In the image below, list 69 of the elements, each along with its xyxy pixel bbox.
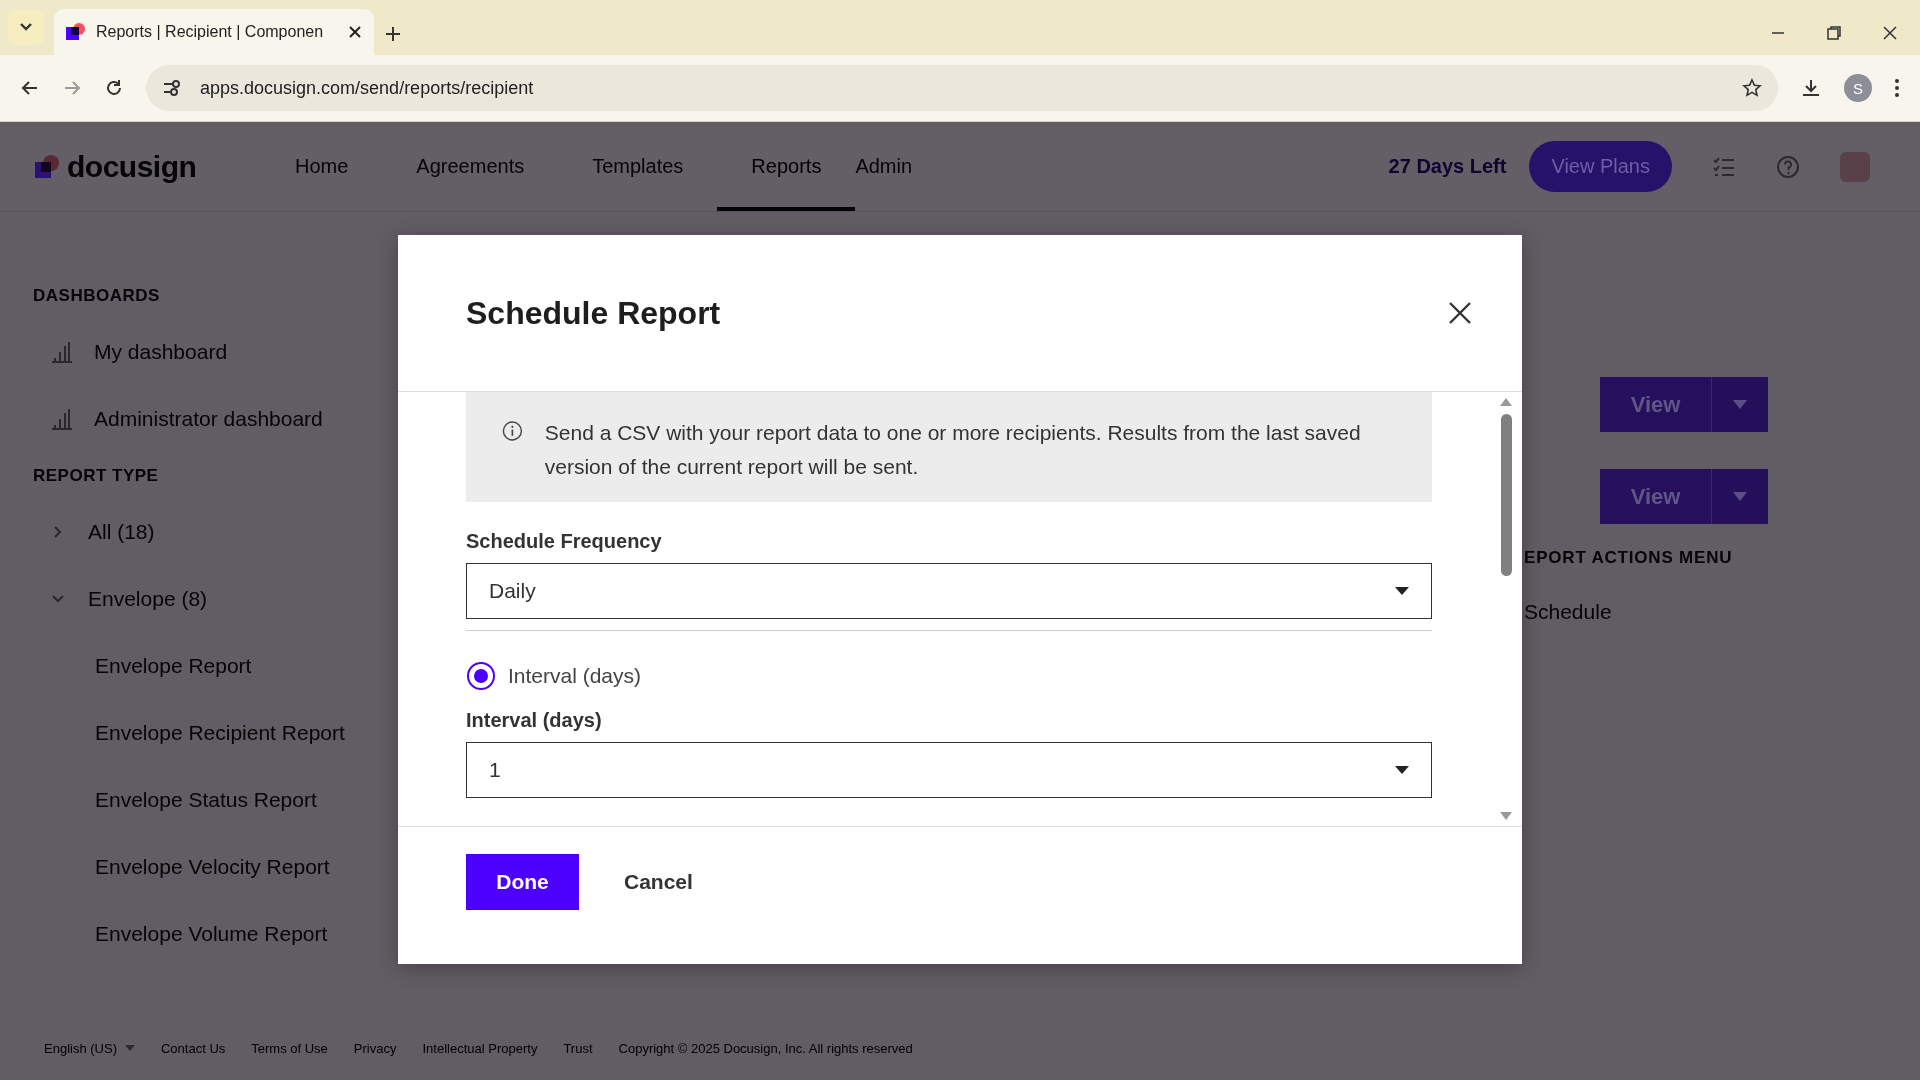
report-link[interactable]: Envelope Velocity Report	[95, 854, 330, 879]
copyright-text: Copyright © 2025 Docusign, Inc. All rights reserved	[618, 1040, 913, 1056]
app-logo-text[interactable]: docusign	[67, 149, 197, 184]
footer-link[interactable]: Terms of Use	[251, 1040, 328, 1056]
dashboard-link[interactable]: My dashboard	[94, 339, 228, 364]
footer-link[interactable]: Contact Us	[160, 1040, 226, 1056]
nav-tab[interactable]: Reports	[717, 126, 856, 211]
caret-down-icon	[1395, 587, 1409, 595]
tab-title: Reports | Recipient | Componen	[96, 23, 325, 41]
report-group[interactable]: All (18)	[88, 519, 155, 544]
view-button[interactable]: View	[1600, 469, 1712, 524]
browser-tab[interactable]: Reports | Recipient | Componen	[54, 9, 374, 55]
dashboard-link[interactable]: Administrator dashboard	[94, 406, 323, 431]
caret-down-icon	[1733, 400, 1747, 409]
reload-icon[interactable]	[104, 78, 124, 98]
done-button[interactable]: Done	[466, 853, 579, 910]
report-link[interactable]: Envelope Volume Report	[95, 921, 328, 946]
close-icon[interactable]	[1448, 301, 1472, 325]
footer-link[interactable]: Trust	[563, 1040, 593, 1056]
section-heading: DASHBOARDS	[33, 286, 161, 306]
footer-link[interactable]: Privacy	[353, 1040, 397, 1056]
site-settings-icon[interactable]	[162, 78, 182, 98]
app-logo-icon	[66, 22, 86, 42]
trial-days-text: 27 Days Left	[1388, 155, 1507, 178]
cancel-button[interactable]: Cancel	[604, 859, 713, 904]
info-text: Send a CSV with your report data to one or more recipients. Results from the last saved version of the current report will be sent.	[544, 420, 1362, 478]
caret-down-icon	[1395, 766, 1409, 774]
language-selector[interactable]: English (US)	[44, 1040, 117, 1056]
nav-tab[interactable]: Agreements	[416, 126, 559, 211]
caret-down-icon	[1733, 492, 1747, 501]
scrollbar-thumb[interactable]	[1500, 414, 1512, 576]
close-icon[interactable]	[348, 25, 362, 39]
restore-icon[interactable]	[1826, 25, 1842, 41]
report-link[interactable]: Envelope Report	[95, 653, 252, 678]
new-tab-icon[interactable]	[384, 25, 402, 43]
close-window-icon[interactable]	[1882, 25, 1898, 41]
radio-option[interactable]: Interval (days)	[466, 661, 1432, 691]
profile-avatar[interactable]: S	[1844, 74, 1872, 102]
view-plans-button[interactable]: View Plans	[1529, 141, 1672, 192]
frequency-select[interactable]: Daily	[466, 563, 1432, 619]
radio-button[interactable]	[466, 661, 496, 691]
nav-tab[interactable]: Templates	[592, 126, 718, 211]
bar-chart-icon	[50, 407, 74, 430]
download-icon[interactable]	[1800, 77, 1822, 99]
nav-tab[interactable]: Home	[295, 126, 383, 211]
url-text: apps.docusign.com/send/reports/recipient	[200, 77, 534, 99]
field-label: Interval (days)	[466, 709, 603, 732]
nav-tab[interactable]: Admin	[855, 126, 947, 211]
report-group[interactable]: Envelope (8)	[88, 586, 208, 611]
menu-heading: EPORT ACTIONS MENU	[1524, 548, 1733, 568]
section-heading: REPORT TYPE	[33, 466, 160, 486]
star-icon[interactable]	[1742, 78, 1762, 98]
scroll-up-icon[interactable]	[1500, 398, 1512, 406]
address-bar[interactable]: apps.docusign.com/send/reports/recipient	[146, 65, 1778, 111]
bar-chart-icon	[50, 340, 74, 363]
report-link[interactable]: Envelope Recipient Report	[95, 720, 345, 745]
scroll-down-icon[interactable]	[1500, 812, 1512, 820]
chevron-down-icon	[19, 22, 33, 32]
interval-select[interactable]: 1	[466, 742, 1432, 798]
view-button[interactable]: View	[1600, 377, 1712, 432]
dialog-title: Schedule Report	[466, 294, 722, 332]
field-label: Schedule Frequency	[466, 530, 663, 553]
tab-list-button[interactable]	[8, 9, 44, 45]
footer-link[interactable]: Intellectual Property	[422, 1040, 538, 1056]
app-logo-icon	[35, 153, 61, 180]
more-icon[interactable]	[1894, 78, 1900, 98]
checklist-icon[interactable]	[1712, 155, 1736, 178]
menu-item[interactable]: Schedule	[1524, 600, 1733, 624]
report-link[interactable]: Envelope Status Report	[95, 787, 317, 812]
